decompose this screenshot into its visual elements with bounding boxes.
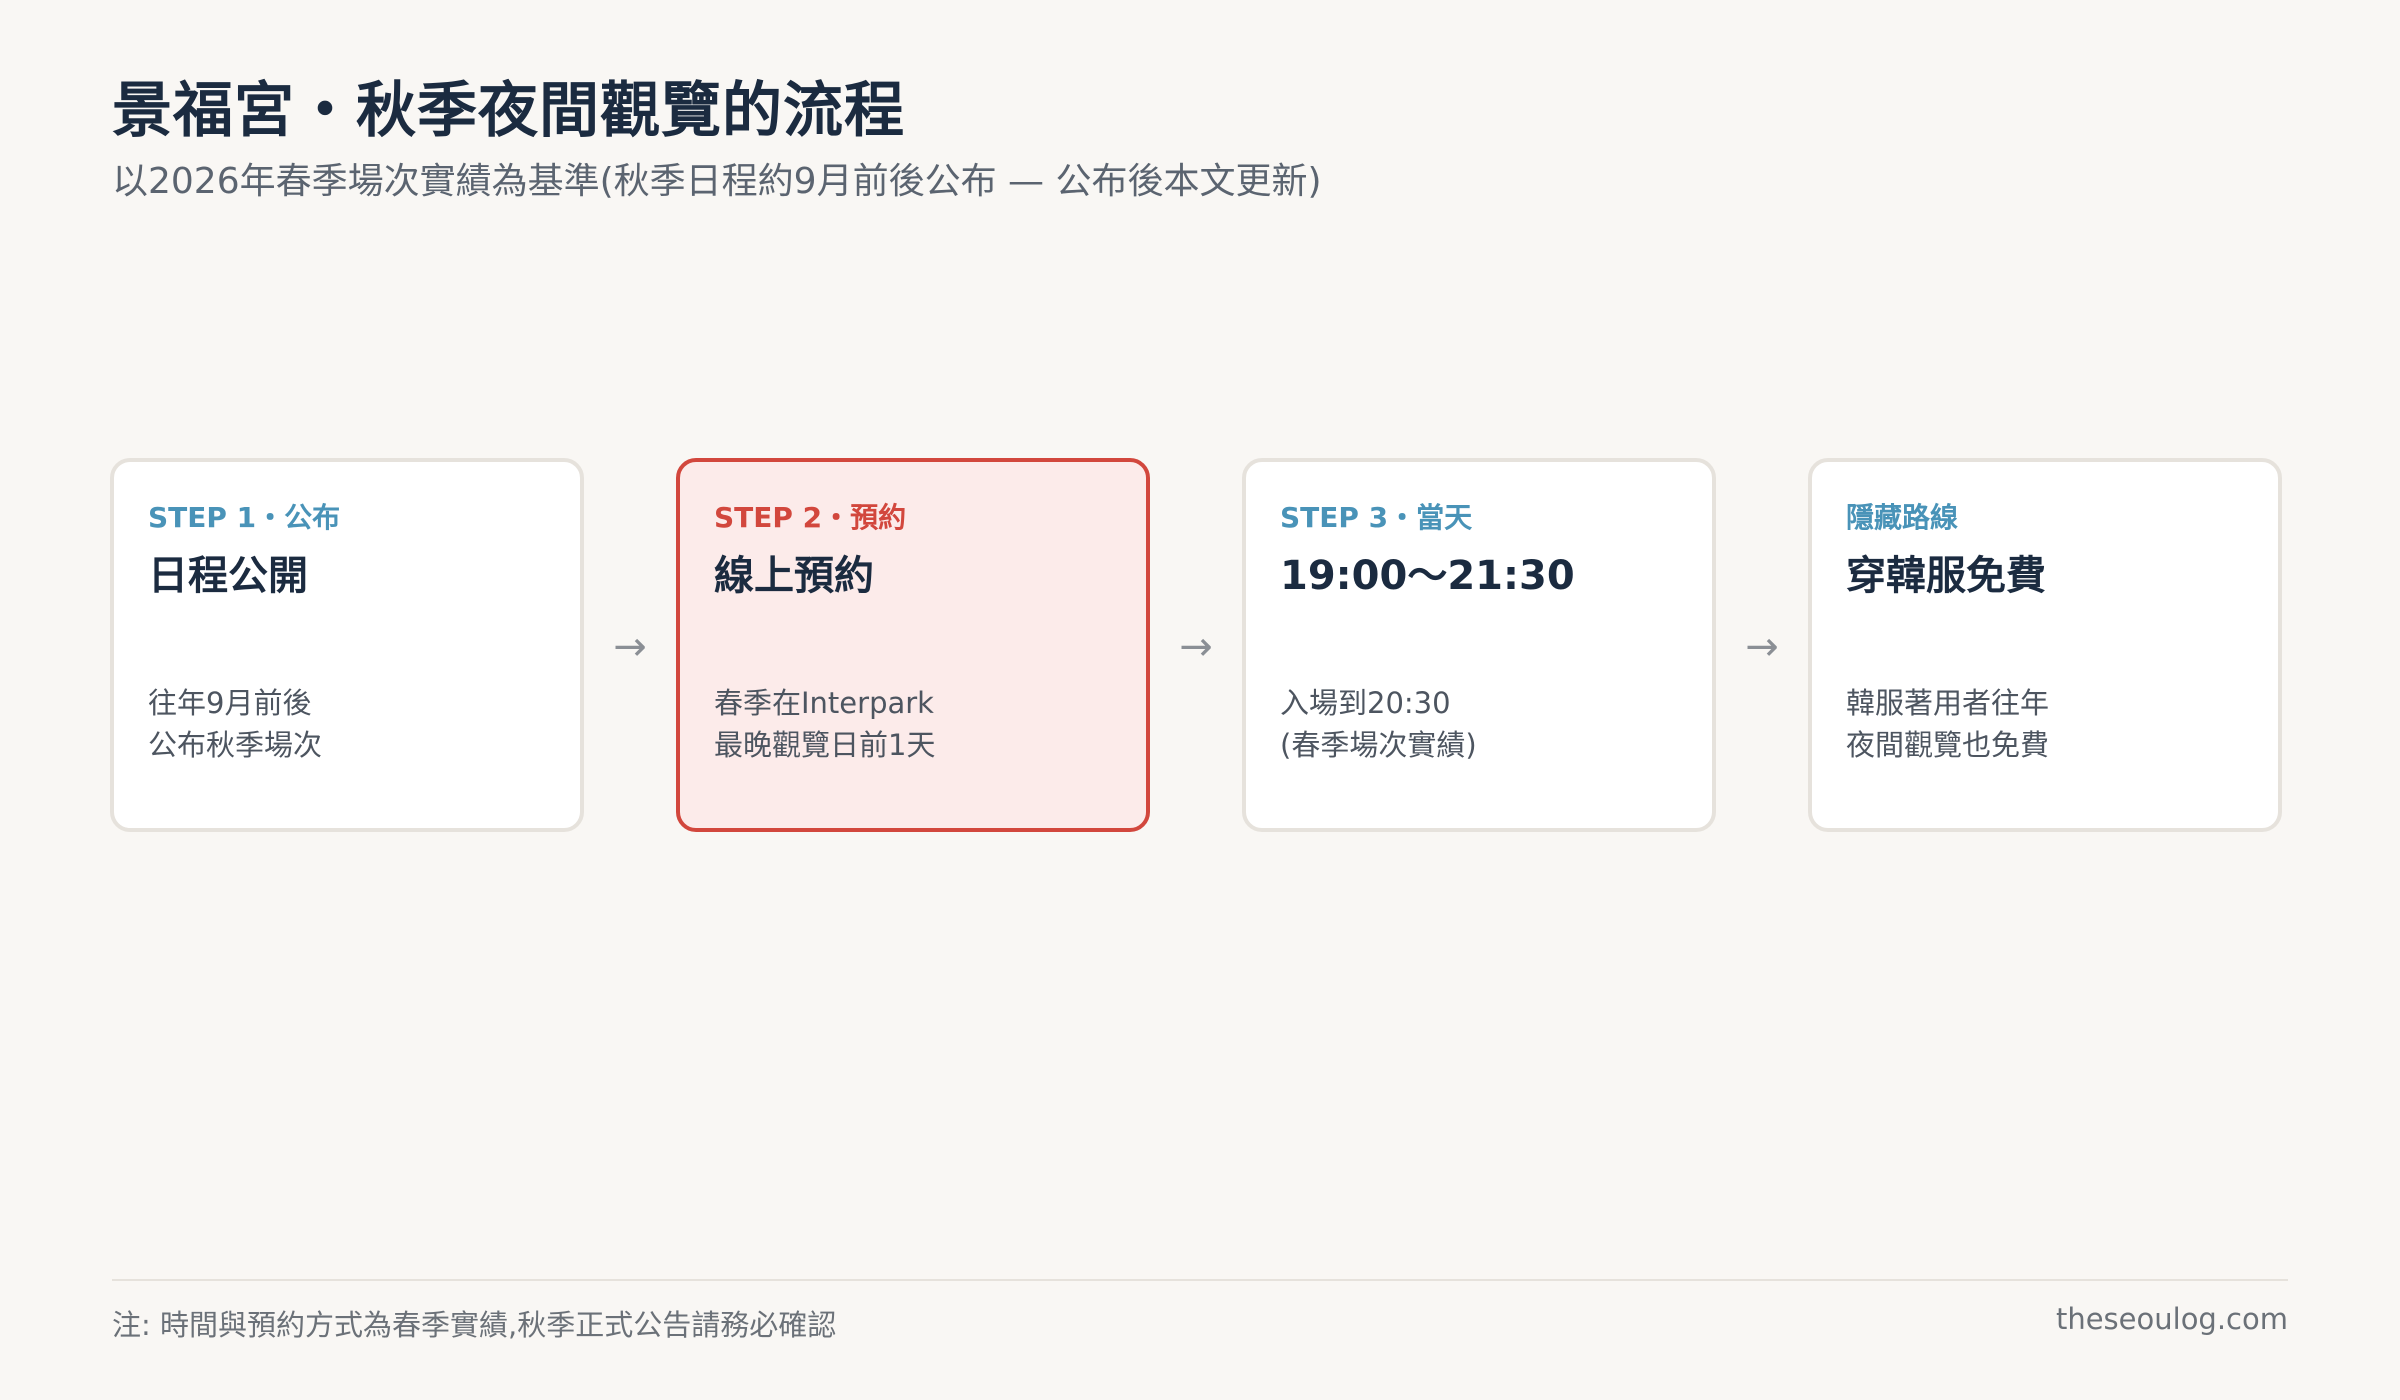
footer-divider xyxy=(112,1279,2288,1281)
step-card-reserve: STEP 2・預約 線上預約 春季在Interpark 最晚觀覽日前1天 xyxy=(676,458,1150,832)
step-title: 穿韓服免費 xyxy=(1846,553,2046,599)
page-subtitle: 以2026年春季場次實績為基準(秋季日程約9月前後公布 — 公布後本文更新) xyxy=(112,161,1322,202)
step-card-day-of: STEP 3・當天 19:00〜21:30 入場到20:30 (春季場次實績) xyxy=(1242,458,1716,832)
arrow-right-icon: → xyxy=(1745,624,1779,670)
step-title: 日程公開 xyxy=(148,553,308,599)
step-label: STEP 3・當天 xyxy=(1280,501,1473,534)
step-label: STEP 2・預約 xyxy=(714,501,907,534)
step-description: 春季在Interpark 最晚觀覽日前1天 xyxy=(714,682,935,766)
step-description-line: 夜間觀覽也免費 xyxy=(1846,728,2050,762)
process-flow: STEP 1・公布 日程公開 往年9月前後 公布秋季場次 → STEP 2・預約… xyxy=(110,458,2290,842)
step-description: 入場到20:30 (春季場次實績) xyxy=(1280,682,1477,766)
step-description-line: 公布秋季場次 xyxy=(148,728,323,762)
arrow-right-icon: → xyxy=(613,624,647,670)
step-description-line: 韓服著用者往年 xyxy=(1846,686,2050,720)
site-link[interactable]: theseoulog.com xyxy=(2056,1302,2288,1336)
step-label: STEP 1・公布 xyxy=(148,501,341,534)
step-description: 往年9月前後 公布秋季場次 xyxy=(148,682,322,766)
step-card-hidden-route: 隱藏路線 穿韓服免費 韓服著用者往年 夜間觀覽也免費 xyxy=(1808,458,2282,832)
step-description-line: 往年9月前後 xyxy=(148,686,312,720)
step-title: 線上預約 xyxy=(714,553,874,599)
step-description: 韓服著用者往年 夜間觀覽也免費 xyxy=(1846,682,2049,766)
step-description-line: 最晚觀覽日前1天 xyxy=(714,728,936,762)
step-description-line: (春季場次實績) xyxy=(1280,728,1477,762)
step-description-line: 入場到20:30 xyxy=(1280,686,1451,720)
step-title: 19:00〜21:30 xyxy=(1280,553,1575,599)
arrow-right-icon: → xyxy=(1179,624,1213,670)
step-card-announce: STEP 1・公布 日程公開 往年9月前後 公布秋季場次 xyxy=(110,458,584,832)
step-description-line: 春季在Interpark xyxy=(714,686,934,720)
step-label: 隱藏路線 xyxy=(1846,501,1959,534)
footer-note: 注: 時間與預約方式為春季實績,秋季正式公告請務必確認 xyxy=(112,1308,837,1342)
page-title: 景福宮・秋季夜間觀覽的流程 xyxy=(112,76,905,146)
